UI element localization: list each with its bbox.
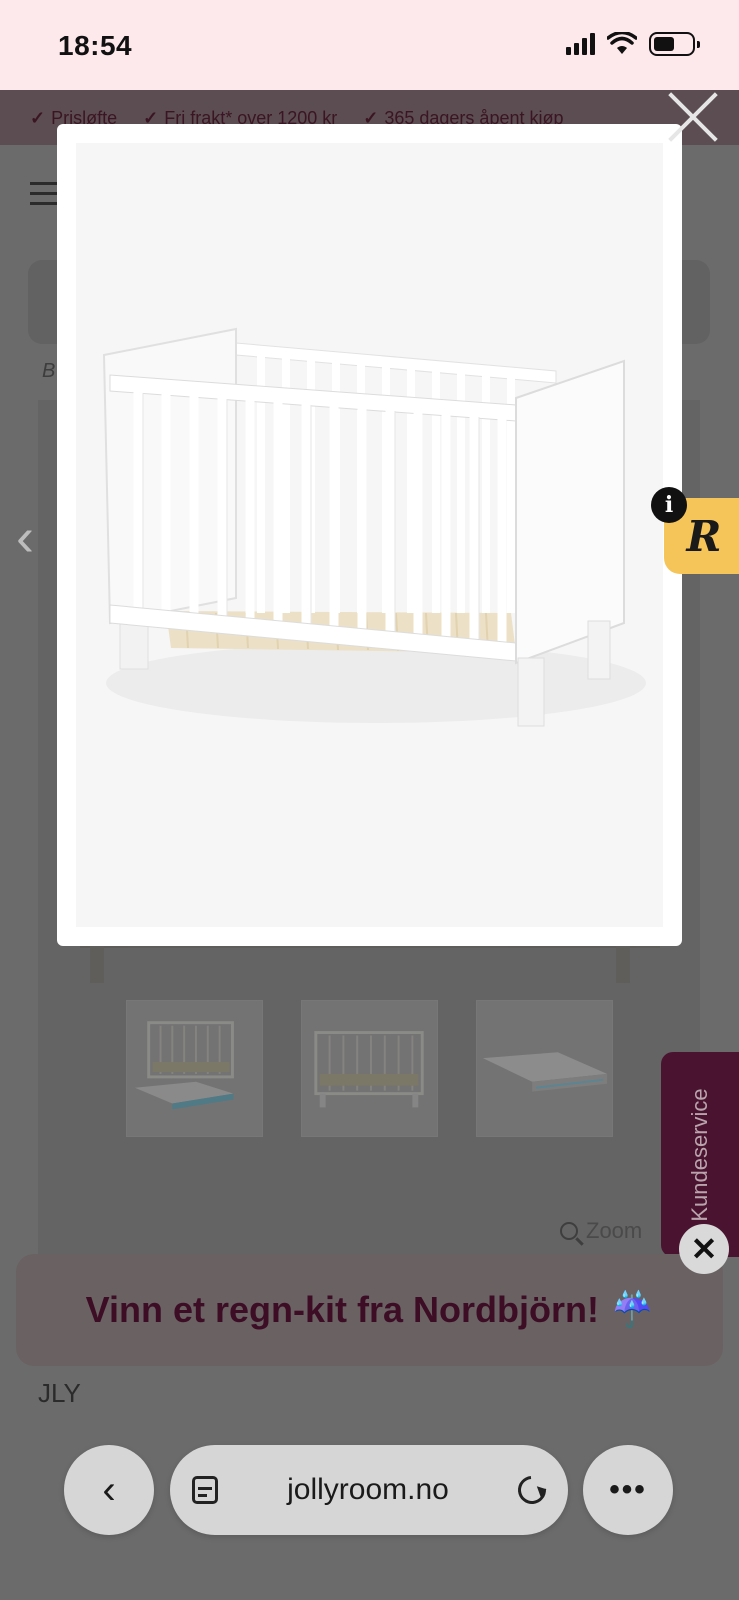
product-brand: JLY: [38, 1378, 81, 1408]
browser-back-button[interactable]: ‹: [64, 1445, 154, 1535]
thumbnail-mattress[interactable]: [476, 1000, 613, 1137]
chevron-left-icon[interactable]: ‹: [16, 510, 34, 564]
r-logo-icon: R: [686, 511, 722, 561]
umbrella-icon: ☔: [611, 1291, 654, 1329]
chevron-left-icon: ‹: [102, 1467, 116, 1512]
close-icon[interactable]: ✕: [679, 1224, 729, 1274]
close-lightbox-icon[interactable]: [666, 90, 720, 144]
check-icon: ✓: [30, 108, 46, 128]
customer-service-label: Kundeservice: [687, 1087, 712, 1222]
magnifier-icon: [560, 1222, 578, 1240]
product-image-partial: [80, 933, 660, 995]
zoom-label: Zoom: [586, 1218, 643, 1243]
reload-icon[interactable]: [512, 1470, 552, 1510]
thumbnail-crib-with-mattress[interactable]: [126, 1000, 263, 1137]
status-time: 18:54: [58, 30, 133, 61]
promo-banner[interactable]: Vinn et regn-kit fra Nordbjörn! ☔ ✕: [16, 1224, 729, 1366]
signal-icon: [566, 33, 595, 55]
browser-toolbar: ‹ jollyroom.no •••: [0, 1440, 739, 1600]
more-options-button[interactable]: •••: [583, 1445, 673, 1535]
thumbnail-list: [126, 1000, 613, 1137]
url-text: jollyroom.no: [287, 1473, 449, 1506]
promo-text: Vinn et regn-kit fra Nordbjörn!: [85, 1289, 599, 1330]
ellipsis-icon: •••: [609, 1473, 647, 1506]
menu-icon[interactable]: [30, 182, 60, 212]
reader-icon[interactable]: [192, 1476, 218, 1504]
wifi-icon: [607, 32, 637, 54]
status-bar: 18:54: [0, 0, 739, 90]
status-icons: [566, 32, 700, 56]
breadcrumb[interactable]: B: [42, 360, 55, 383]
battery-icon: [649, 32, 700, 56]
address-bar[interactable]: jollyroom.no: [170, 1445, 568, 1535]
product-image-large: [76, 143, 663, 927]
info-icon[interactable]: i: [651, 487, 687, 523]
crib-image: [76, 143, 663, 927]
zoom-control[interactable]: Zoom: [560, 1218, 642, 1244]
thumbnail-crib[interactable]: [301, 1000, 438, 1137]
image-lightbox: [57, 124, 682, 946]
